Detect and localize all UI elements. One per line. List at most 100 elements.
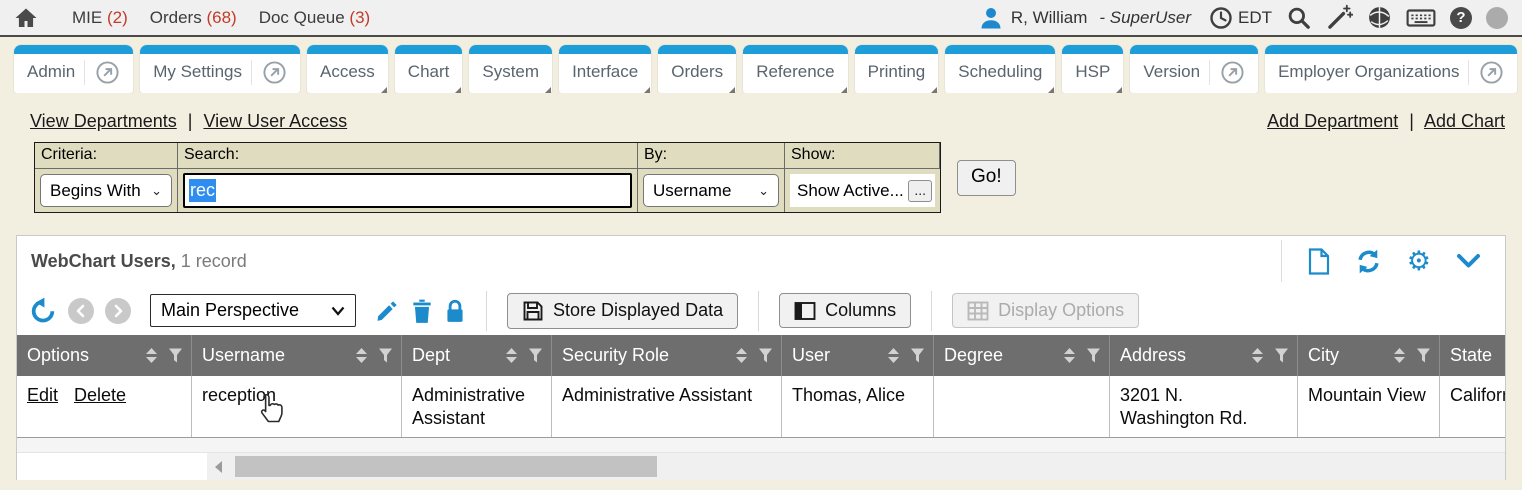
- user-name: R, William: [1011, 8, 1088, 28]
- chevron-down-icon: [331, 306, 345, 316]
- go-button[interactable]: Go!: [957, 160, 1016, 196]
- sort-icon[interactable]: [505, 347, 518, 364]
- cell-user: Thomas, Alice: [781, 376, 933, 437]
- sort-icon[interactable]: [887, 347, 900, 364]
- edit-perspective-icon[interactable]: [375, 298, 400, 323]
- new-document-icon[interactable]: [1308, 248, 1330, 275]
- previous-button[interactable]: [68, 298, 94, 324]
- menu-corner-icon: [1046, 87, 1054, 93]
- delete-perspective-icon[interactable]: [411, 298, 433, 324]
- undo-icon[interactable]: [29, 297, 57, 325]
- tab-system[interactable]: System: [469, 45, 552, 93]
- search-icon[interactable]: [1286, 5, 1312, 31]
- filter-icon[interactable]: [1086, 348, 1101, 363]
- column-header-state[interactable]: State: [1439, 335, 1505, 376]
- next-button[interactable]: [105, 298, 131, 324]
- refresh-icon[interactable]: [1355, 248, 1382, 275]
- keyboard-icon[interactable]: [1406, 6, 1436, 30]
- edit-link[interactable]: Edit: [27, 385, 58, 405]
- selected-text: rec: [189, 179, 216, 202]
- add-department-link[interactable]: Add Department: [1267, 111, 1398, 131]
- filter-icon[interactable]: [1274, 348, 1289, 363]
- column-header-city[interactable]: City: [1297, 335, 1439, 376]
- sort-icon[interactable]: [355, 347, 368, 364]
- filter-icon[interactable]: [910, 348, 925, 363]
- column-header-security-role[interactable]: Security Role: [551, 335, 781, 376]
- column-header-dept[interactable]: Dept: [401, 335, 551, 376]
- mie-count: (2): [107, 8, 128, 27]
- cell-username: reception: [191, 376, 401, 437]
- tab-interface[interactable]: Interface: [559, 45, 651, 93]
- columns-button[interactable]: Columns: [779, 293, 911, 328]
- sort-icon[interactable]: [1393, 347, 1406, 364]
- filter-icon[interactable]: [1416, 348, 1431, 363]
- tab-hsp[interactable]: HSP: [1062, 45, 1123, 93]
- tab-access[interactable]: Access: [307, 45, 388, 93]
- timezone-label: EDT: [1238, 8, 1272, 28]
- tab-my-settings[interactable]: My Settings: [140, 45, 300, 93]
- menu-corner-icon: [379, 87, 387, 93]
- external-link-icon: [1209, 60, 1245, 85]
- horizontal-scrollbar[interactable]: [207, 453, 1505, 480]
- user-role: - SuperUser: [1099, 8, 1191, 28]
- column-header-options[interactable]: Options: [17, 335, 191, 376]
- scrollbar-thumb[interactable]: [235, 456, 657, 477]
- filter-icon[interactable]: [168, 348, 183, 363]
- tab-employer-organizations[interactable]: Employer Organizations: [1265, 45, 1517, 93]
- gear-icon[interactable]: ⚙: [1407, 248, 1431, 275]
- column-header-username[interactable]: Username: [191, 335, 401, 376]
- store-displayed-data-button[interactable]: Store Displayed Data: [507, 293, 738, 329]
- sort-icon[interactable]: [145, 347, 158, 364]
- show-label: Show:: [785, 143, 940, 169]
- column-header-user[interactable]: User: [781, 335, 933, 376]
- tab-admin[interactable]: Admin: [14, 45, 133, 93]
- tab-orders[interactable]: Orders: [658, 45, 736, 93]
- delete-link[interactable]: Delete: [74, 385, 126, 405]
- external-link-icon: [1468, 60, 1504, 85]
- collapse-chevron-icon[interactable]: [1456, 252, 1481, 270]
- timezone-indicator[interactable]: EDT: [1209, 6, 1272, 30]
- view-departments-link[interactable]: View Departments: [30, 111, 177, 131]
- user-menu[interactable]: R, William - SuperUser: [979, 6, 1191, 30]
- filter-icon[interactable]: [378, 348, 393, 363]
- show-options-button[interactable]: ...: [908, 180, 932, 202]
- scrollbar-spacer: [17, 453, 207, 480]
- scroll-left-arrow-icon[interactable]: [215, 461, 222, 473]
- tab-chart[interactable]: Chart: [395, 45, 463, 93]
- magic-wand-icon[interactable]: [1326, 4, 1353, 31]
- sort-icon[interactable]: [1251, 347, 1264, 364]
- nav-doc-queue[interactable]: Doc Queue (3): [259, 8, 371, 28]
- filter-icon[interactable]: [758, 348, 773, 363]
- tab-reference[interactable]: Reference: [743, 45, 847, 93]
- tab-scheduling[interactable]: Scheduling: [945, 45, 1055, 93]
- perspective-select[interactable]: Main Perspective: [150, 294, 356, 327]
- tab-printing[interactable]: Printing: [855, 45, 939, 93]
- external-link-icon: [84, 60, 120, 85]
- nav-mie[interactable]: MIE (2): [72, 8, 128, 28]
- help-icon[interactable]: ?: [1450, 7, 1472, 29]
- presence-indicator-icon[interactable]: [1486, 7, 1508, 29]
- sort-icon[interactable]: [1063, 347, 1076, 364]
- toolbar-divider: [486, 291, 487, 331]
- view-user-access-link[interactable]: View User Access: [203, 111, 347, 131]
- criteria-select[interactable]: Begins With ⌄: [40, 174, 172, 207]
- menu-corner-icon: [929, 87, 937, 93]
- orders-count: (68): [206, 8, 236, 27]
- sort-icon[interactable]: [735, 347, 748, 364]
- filter-icon[interactable]: [528, 348, 543, 363]
- show-filter-field[interactable]: Show Active... ...: [790, 174, 935, 207]
- chevron-down-icon: ⌄: [151, 183, 162, 199]
- tab-version[interactable]: Version: [1130, 45, 1258, 93]
- search-input[interactable]: rec: [183, 173, 632, 208]
- nav-orders[interactable]: Orders (68): [150, 8, 237, 28]
- column-header-address[interactable]: Address: [1109, 335, 1297, 376]
- lock-icon[interactable]: [444, 298, 466, 324]
- display-options-button[interactable]: Display Options: [952, 293, 1139, 328]
- column-header-degree[interactable]: Degree: [933, 335, 1109, 376]
- home-button[interactable]: [14, 6, 38, 30]
- add-chart-link[interactable]: Add Chart: [1424, 111, 1505, 131]
- table-body-filler: [17, 438, 1505, 453]
- globe-icon[interactable]: [1367, 5, 1392, 30]
- by-select[interactable]: Username ⌄: [643, 174, 779, 207]
- cell-address: 3201 N. Washington Rd.: [1109, 376, 1297, 437]
